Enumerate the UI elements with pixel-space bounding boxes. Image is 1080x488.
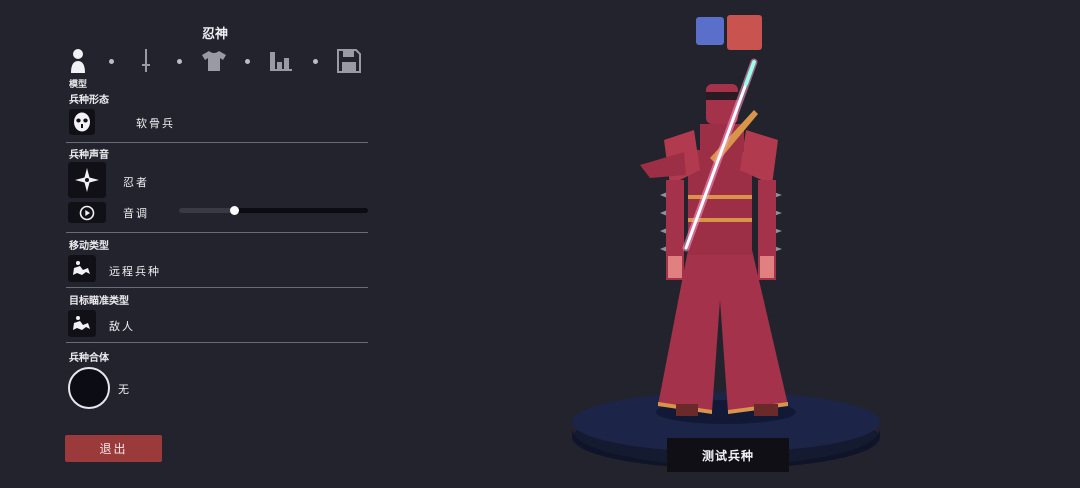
targeting-type-label: 目标瞄准类型 <box>69 296 129 307</box>
tab-model[interactable] <box>63 46 93 76</box>
stats-icon <box>270 52 292 71</box>
unit-combine-value: 无 <box>118 383 131 396</box>
tab-stats[interactable] <box>266 46 296 76</box>
divider <box>66 142 368 143</box>
pitch-slider-handle[interactable] <box>230 206 239 215</box>
exit-button[interactable]: 退出 <box>65 435 162 462</box>
tab-separator <box>177 59 182 64</box>
play-voice-button[interactable] <box>68 202 106 223</box>
pitch-slider-fill <box>179 208 234 213</box>
unit-combine-label: 兵种合体 <box>69 353 109 364</box>
unit-form-label: 兵种形态 <box>69 95 109 106</box>
tab-clothing[interactable] <box>199 46 229 76</box>
tab-weapons[interactable] <box>131 46 161 76</box>
target-icon <box>73 315 90 330</box>
tab-save[interactable] <box>334 46 364 76</box>
divider <box>66 232 368 233</box>
tab-separator <box>245 59 250 64</box>
movement-type-label: 移动类型 <box>69 241 109 252</box>
page-title: 忍神 <box>201 27 228 42</box>
pitch-label: 音调 <box>123 207 149 220</box>
unit-form-button[interactable] <box>69 109 95 135</box>
unit-voice-value: 忍者 <box>123 176 149 189</box>
play-icon <box>79 205 95 220</box>
targeting-type-button[interactable] <box>68 310 96 337</box>
sword-icon <box>142 49 150 72</box>
unit-form-value: 软骨兵 <box>136 117 175 130</box>
save-icon <box>337 49 361 73</box>
movement-icon <box>73 260 90 275</box>
unit-voice-button[interactable] <box>68 162 106 198</box>
shirt-icon <box>202 51 226 71</box>
team-blue-swatch[interactable] <box>696 17 724 45</box>
divider <box>66 342 368 343</box>
unit-preview[interactable] <box>560 50 900 470</box>
editor-tab-bar <box>62 46 372 80</box>
divider <box>66 287 368 288</box>
test-unit-button[interactable]: 测试兵种 <box>667 438 789 472</box>
pitch-slider[interactable] <box>179 206 368 215</box>
unit-combine-slot[interactable] <box>68 367 110 409</box>
movement-type-button[interactable] <box>68 255 96 282</box>
tab-separator <box>313 59 318 64</box>
person-icon <box>71 49 85 73</box>
movement-type-value: 远程兵种 <box>109 265 161 278</box>
team-red-swatch[interactable] <box>727 15 762 50</box>
targeting-type-value: 敌人 <box>109 320 135 333</box>
tab-model-label: 模型 <box>69 80 88 90</box>
unit-voice-label: 兵种声音 <box>69 150 109 161</box>
shuriken-icon <box>75 168 99 192</box>
mask-icon <box>74 112 90 132</box>
tab-separator <box>109 59 114 64</box>
